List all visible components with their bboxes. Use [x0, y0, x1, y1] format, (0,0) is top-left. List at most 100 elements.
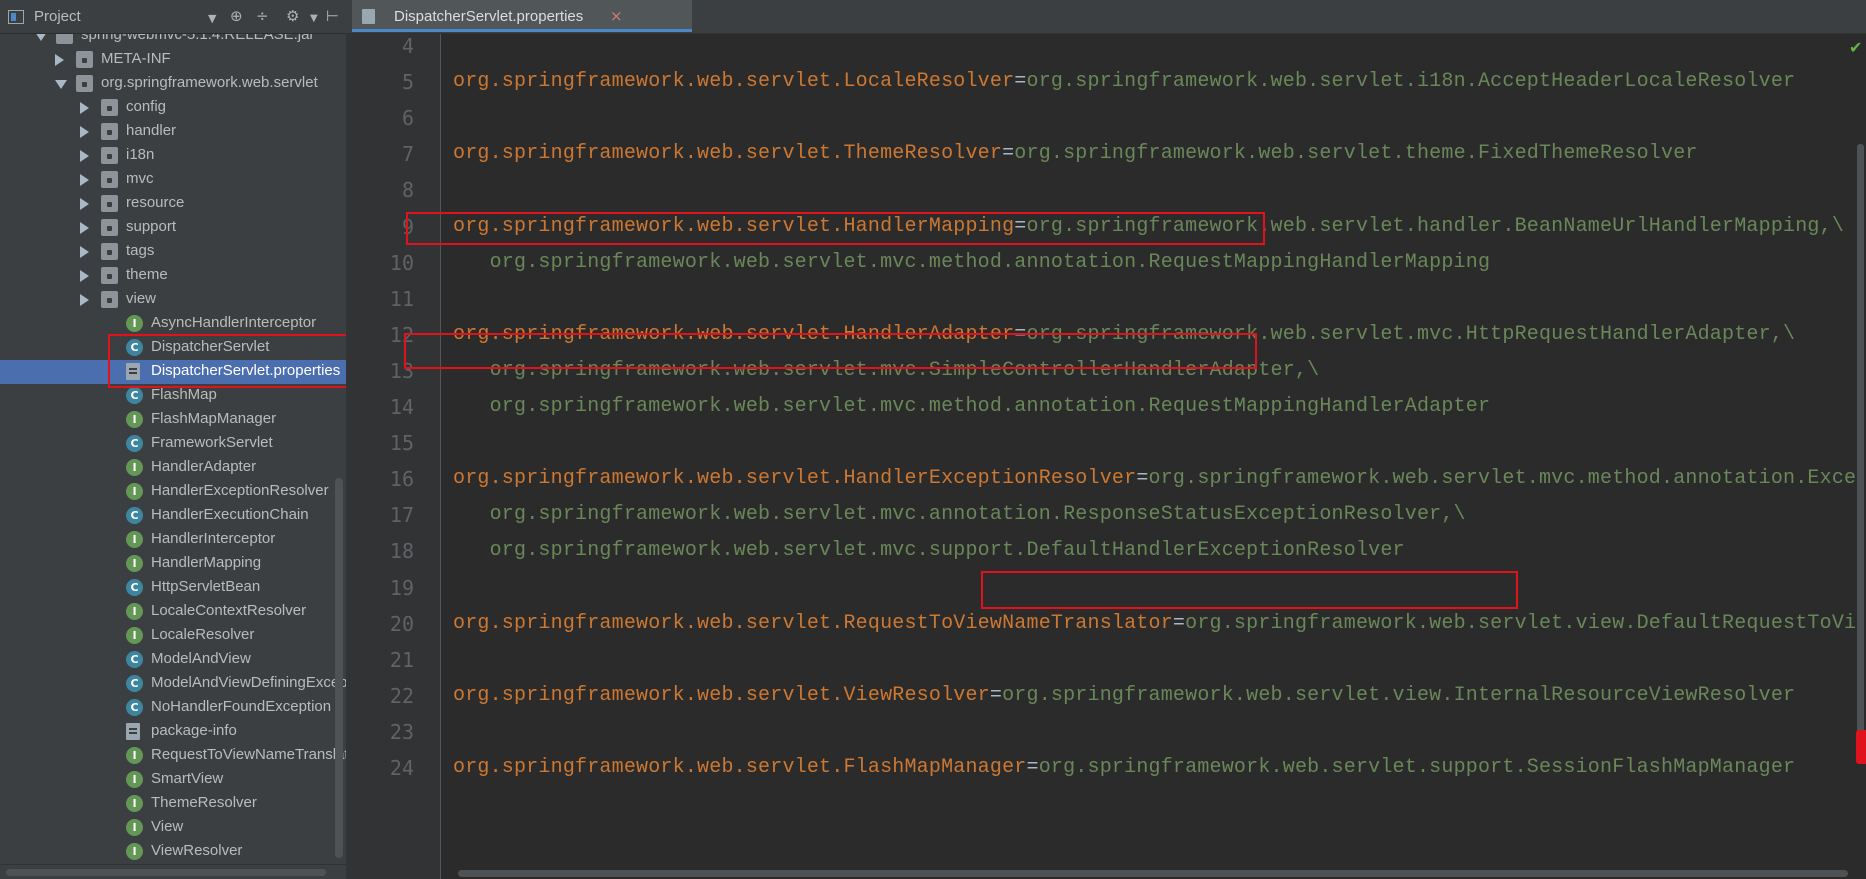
tree-item[interactable]: I ViewResolver	[0, 840, 346, 864]
hide-panel-icon[interactable]: ⊢	[326, 7, 339, 25]
separator: =	[1014, 70, 1027, 94]
code-line[interactable]: org.springframework.web.servlet.mvc.supp…	[453, 539, 1405, 563]
tree-item[interactable]: I HandlerExceptionResolver	[0, 480, 346, 504]
chevron-right-icon[interactable]	[80, 294, 89, 306]
tree-item[interactable]: mvc	[0, 168, 346, 192]
package-icon	[76, 75, 93, 92]
line-number: 17	[389, 503, 414, 528]
tree-item[interactable]: I View	[0, 816, 346, 840]
line-number: 19	[389, 575, 414, 600]
code-line[interactable]: org.springframework.web.servlet.mvc.meth…	[453, 395, 1490, 419]
property-key: org.springframework.web.servlet.LocaleRe…	[453, 70, 1015, 94]
line-number: 11	[389, 286, 414, 311]
tree-item[interactable]: I FlashMapManager	[0, 408, 346, 432]
line-number: 14	[389, 395, 414, 419]
tree-item[interactable]: META-INF	[0, 48, 346, 72]
tree-item[interactable]: handler	[0, 120, 346, 144]
tree-item[interactable]: I HandlerAdapter	[0, 456, 346, 480]
line-number: 20	[389, 611, 414, 636]
project-horizontal-scrollbar[interactable]	[0, 864, 346, 879]
line-number: 15	[389, 431, 414, 456]
locate-icon[interactable]: ⊕	[230, 7, 243, 25]
scroll-thumb[interactable]	[6, 869, 326, 876]
chevron-right-icon[interactable]	[80, 222, 89, 234]
code-line[interactable]: org.springframework.web.servlet.ViewReso…	[453, 684, 1795, 708]
tree-item[interactable]: view	[0, 288, 346, 312]
line-number: 18	[389, 539, 414, 564]
tree-item[interactable]: org.springframework.web.servlet	[0, 72, 346, 96]
gear-dropdown-icon[interactable]: ▼	[310, 10, 318, 28]
editor-horizontal-scrollbar[interactable]	[458, 870, 1848, 877]
code-line[interactable]: org.springframework.web.servlet.mvc.anno…	[453, 503, 1466, 527]
chevron-right-icon[interactable]	[80, 198, 89, 210]
error-marker-icon[interactable]	[1856, 730, 1866, 764]
code-line[interactable]: org.springframework.web.servlet.mvc.meth…	[453, 251, 1490, 275]
properties-file-icon	[362, 9, 375, 24]
class-icon: C	[126, 435, 143, 452]
class-icon: C	[126, 651, 143, 668]
check-icon: ✔	[1849, 38, 1863, 57]
chevron-right-icon[interactable]	[80, 174, 89, 186]
project-vertical-scrollbar[interactable]	[335, 478, 343, 858]
gear-icon[interactable]: ⚙	[286, 7, 299, 25]
chevron-down-icon[interactable]: ▼	[208, 10, 216, 28]
chevron-right-icon[interactable]	[80, 126, 89, 138]
tree-item[interactable]: i18n	[0, 144, 346, 168]
property-value: org.springframework.web.servlet.view.Int…	[1002, 683, 1796, 707]
chevron-right-icon[interactable]	[80, 150, 89, 162]
code-line[interactable]: org.springframework.web.servlet.HandlerE…	[453, 467, 1866, 491]
code-line[interactable]: org.springframework.web.servlet.LocaleRe…	[453, 70, 1795, 94]
chevron-right-icon[interactable]	[55, 54, 64, 66]
tree-item[interactable]: I AsyncHandlerInterceptor	[0, 312, 346, 336]
tree-item-label: HttpServletBean	[151, 578, 261, 595]
interface-icon: I	[126, 771, 143, 788]
class-icon: C	[126, 387, 143, 404]
tree-item[interactable]: theme	[0, 264, 346, 288]
code-editor[interactable]: 4 5 6 7 8 9 10 11 12 13 14 15 16 17 18 19 20 21 22 23 24 org…	[346, 34, 1866, 879]
tree-item[interactable]: C FrameworkServlet	[0, 432, 346, 456]
tree-item[interactable]: support	[0, 216, 346, 240]
line-number: 10	[389, 250, 414, 275]
tree-item[interactable]: I HandlerMapping	[0, 552, 346, 576]
project-title[interactable]: Project	[34, 8, 81, 25]
package-icon	[101, 171, 118, 188]
tree-item[interactable]: I LocaleContextResolver	[0, 600, 346, 624]
interface-icon: I	[126, 315, 143, 332]
collapse-all-icon[interactable]: ÷	[256, 7, 269, 25]
property-value: org.springframework.web.servlet.mvc.supp…	[453, 539, 1405, 563]
property-value: org.springframework.web.servlet.view.Def…	[1185, 611, 1866, 635]
tree-item-label: ModelAndView	[151, 650, 251, 667]
tree-item[interactable]: I ThemeResolver	[0, 792, 346, 816]
code-line[interactable]: org.springframework.web.servlet.RequestT…	[453, 612, 1866, 636]
code-line[interactable]: org.springframework.web.servlet.FlashMap…	[453, 756, 1795, 780]
separator: =	[989, 683, 1003, 707]
chevron-right-icon[interactable]	[80, 246, 89, 258]
tree-item[interactable]: I RequestToViewNameTranslator	[0, 744, 346, 768]
tree-item[interactable]: config	[0, 96, 346, 120]
tree-item-label: HandlerMapping	[151, 554, 262, 571]
tree-item[interactable]: C NoHandlerFoundException	[0, 696, 346, 720]
tree-item[interactable]: I HandlerInterceptor	[0, 528, 346, 552]
tree-item[interactable]: I SmartView	[0, 768, 346, 792]
property-value: org.springframework.web.servlet.mvc.meth…	[453, 395, 1491, 418]
scroll-thumb[interactable]	[1857, 144, 1864, 764]
interface-icon: I	[126, 459, 143, 476]
tree-item[interactable]: package-info	[0, 720, 346, 744]
tree-item[interactable]: resource	[0, 192, 346, 216]
tree-item[interactable]: C ModelAndViewDefiningException	[0, 672, 346, 696]
tree-item-label: i18n	[126, 146, 155, 163]
line-number: 4	[401, 34, 414, 58]
code-line[interactable]: org.springframework.web.servlet.ThemeRes…	[453, 142, 1698, 166]
close-icon[interactable]: ×	[610, 7, 623, 25]
tree-item[interactable]: C ModelAndView	[0, 648, 346, 672]
tree-item[interactable]: C HttpServletBean	[0, 576, 346, 600]
tree-item[interactable]: C HandlerExecutionChain	[0, 504, 346, 528]
chevron-down-icon[interactable]	[55, 80, 67, 89]
chevron-right-icon[interactable]	[80, 102, 89, 114]
tab-dispatcherservlet-properties[interactable]: DispatcherServlet.properties ×	[352, 0, 692, 32]
property-value: org.springframework.web.servlet.theme.Fi…	[1014, 142, 1698, 166]
highlight-box-view-resolver	[981, 571, 1518, 609]
tree-item[interactable]: I LocaleResolver	[0, 624, 346, 648]
chevron-right-icon[interactable]	[80, 270, 89, 282]
tree-item[interactable]: tags	[0, 240, 346, 264]
